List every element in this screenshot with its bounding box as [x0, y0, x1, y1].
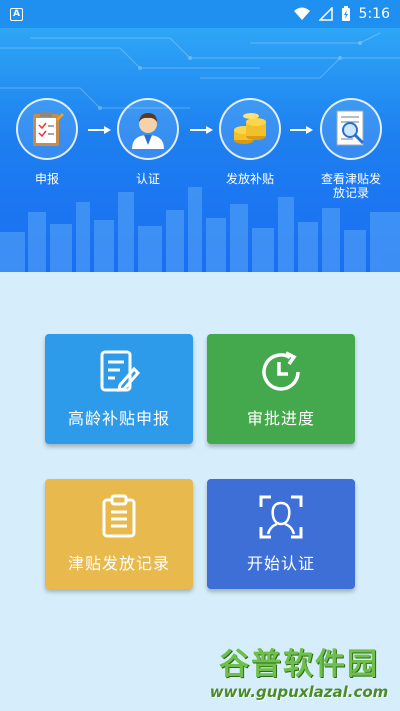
- edit-document-icon: [100, 350, 141, 392]
- header-banner: 申报 认证 发放补贴 查看津贴发放记录: [0, 28, 400, 272]
- document-search-icon: [320, 98, 382, 160]
- person-icon: [117, 98, 179, 160]
- coins-icon: [219, 98, 281, 160]
- step-verify: 认证: [108, 98, 188, 186]
- tile-subsidy-application[interactable]: 高龄补贴申报: [45, 334, 193, 444]
- battery-icon: [341, 6, 350, 21]
- step-apply: 申报: [7, 98, 87, 186]
- signal-icon: [318, 7, 333, 21]
- app-notification-icon: A: [10, 7, 23, 21]
- clipboard-list-icon: [102, 494, 136, 538]
- site-watermark: 谷普软件园 www.gupuxlazal.com: [204, 639, 394, 701]
- tile-approval-progress[interactable]: 审批进度: [207, 334, 355, 444]
- clock-refresh-icon: [262, 351, 300, 391]
- status-icons: 5:16: [293, 6, 390, 22]
- tile-label: 高龄补贴申报: [67, 409, 170, 428]
- face-scan-icon: [259, 495, 303, 539]
- step-issue-subsidy: 发放补贴: [210, 98, 290, 186]
- watermark-title: 谷普软件园: [219, 647, 379, 682]
- tile-allowance-records[interactable]: 津贴发放记录: [45, 479, 193, 589]
- tile-label: 津贴发放记录: [67, 554, 170, 573]
- tile-start-verification[interactable]: 开始认证: [207, 479, 355, 589]
- status-bar: A 5:16: [0, 0, 400, 28]
- clipboard-icon: [16, 98, 78, 160]
- watermark-url: www.gupuxlazal.com: [209, 683, 389, 701]
- wifi-icon: [293, 7, 310, 20]
- city-skyline-decoration: [0, 187, 400, 272]
- tile-label: 审批进度: [246, 409, 315, 428]
- status-time: 5:16: [358, 6, 390, 22]
- tile-label: 开始认证: [246, 554, 315, 573]
